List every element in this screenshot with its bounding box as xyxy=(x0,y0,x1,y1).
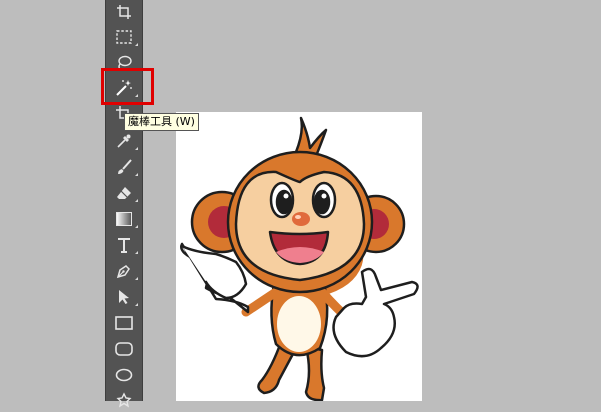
brush-tool-button[interactable] xyxy=(106,155,142,179)
ellipse-tool-button[interactable] xyxy=(106,363,142,387)
path-selection-tool-button[interactable] xyxy=(106,285,142,309)
rounded-rectangle-tool-button[interactable] xyxy=(106,337,142,361)
pen-tool-button[interactable] xyxy=(106,259,142,283)
submenu-indicator xyxy=(135,251,138,254)
shape-icon xyxy=(116,392,132,408)
pen-icon xyxy=(116,265,130,279)
magic-wand-tool-button[interactable] xyxy=(106,76,142,100)
submenu-indicator xyxy=(135,277,138,280)
tool-tooltip: 魔棒工具 (W) xyxy=(124,113,199,131)
submenu-indicator xyxy=(135,147,138,150)
document-canvas[interactable] xyxy=(176,112,422,401)
rectangular-marquee-tool-button[interactable] xyxy=(106,25,142,49)
arrow-icon xyxy=(119,290,129,304)
ellipse-icon xyxy=(115,368,133,382)
submenu-indicator xyxy=(135,225,138,228)
cartoon-monkey-image xyxy=(180,116,419,401)
eraser-tool-button[interactable] xyxy=(106,181,142,205)
type-tool-button[interactable] xyxy=(106,233,142,257)
magic-wand-icon xyxy=(116,80,132,96)
submenu-indicator xyxy=(135,43,138,46)
artboard-tool-button[interactable] xyxy=(106,0,142,24)
rectangle-tool-button[interactable] xyxy=(106,311,142,335)
rounded-rectangle-icon xyxy=(115,342,133,356)
gradient-icon xyxy=(116,212,132,226)
eyedropper-icon xyxy=(117,134,131,148)
submenu-indicator xyxy=(135,199,138,202)
submenu-indicator xyxy=(135,68,138,71)
eraser-icon xyxy=(117,187,131,199)
rectangle-icon xyxy=(115,316,133,330)
eyedropper-tool-button[interactable] xyxy=(106,129,142,153)
type-icon xyxy=(118,238,130,253)
lasso-tool-button[interactable] xyxy=(106,50,142,74)
artboard-icon xyxy=(117,5,131,19)
custom-shape-tool-button[interactable] xyxy=(106,388,142,412)
tools-panel xyxy=(105,0,143,408)
submenu-indicator xyxy=(135,303,138,306)
submenu-indicator xyxy=(135,94,138,97)
brush-icon xyxy=(118,159,132,174)
lasso-icon xyxy=(118,55,132,70)
submenu-indicator xyxy=(135,173,138,176)
marquee-rect-icon xyxy=(116,30,132,44)
gradient-tool-button[interactable] xyxy=(106,207,142,231)
